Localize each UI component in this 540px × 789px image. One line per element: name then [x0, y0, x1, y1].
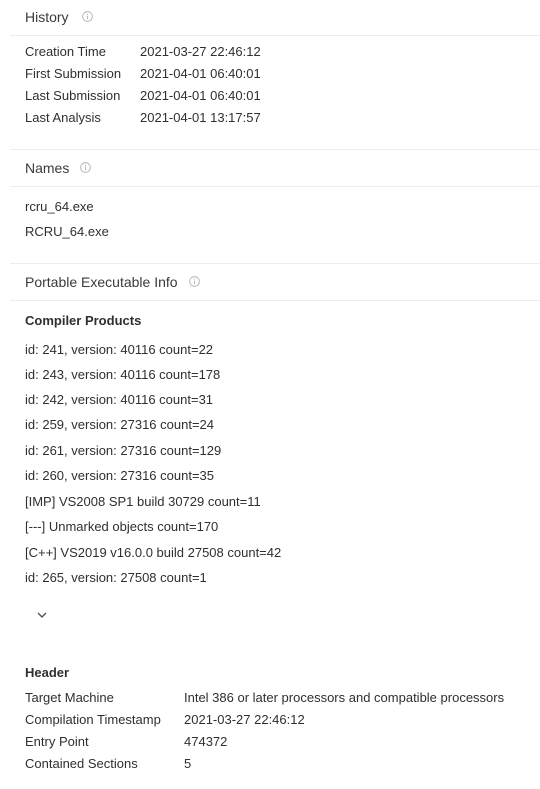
header-title: Header	[25, 665, 70, 680]
compiler-product-item: id: 243, version: 40116 count=178	[25, 367, 221, 382]
compiler-product-item: id: 259, version: 27316 count=24	[25, 417, 215, 432]
history-label-creation-time: Creation Time	[25, 44, 106, 59]
section-divider	[10, 149, 540, 150]
pe-info-divider	[10, 300, 540, 301]
history-label-last-submission: Last Submission	[25, 88, 121, 103]
compiler-product-item: id: 241, version: 40116 count=22	[25, 342, 214, 357]
compiler-product-item: [IMP] VS2008 SP1 build 30729 count=11	[25, 494, 261, 509]
header-label-target-machine: Target Machine	[25, 690, 114, 705]
history-label-last-analysis: Last Analysis	[25, 110, 101, 125]
compiler-products-title: Compiler Products	[25, 313, 142, 328]
compiler-product-item: [---] Unmarked objects count=170	[25, 519, 219, 534]
header-value-entry-point: 474372	[184, 734, 228, 749]
compiler-product-item: [C++] VS2019 v16.0.0 build 27508 count=4…	[25, 545, 282, 560]
history-value-creation-time: 2021-03-27 22:46:12	[140, 44, 261, 59]
header-label-contained-sections: Contained Sections	[25, 756, 138, 771]
info-icon[interactable]	[189, 276, 200, 287]
section-divider	[10, 263, 540, 264]
info-icon[interactable]	[82, 11, 93, 22]
history-title: History	[25, 9, 69, 25]
header-value-target-machine: Intel 386 or later processors and compat…	[184, 690, 505, 705]
compiler-product-item: id: 261, version: 27316 count=129	[25, 443, 222, 458]
history-value-first-submission: 2021-04-01 06:40:01	[140, 66, 261, 81]
history-divider	[10, 35, 540, 36]
header-value-compilation-timestamp: 2021-03-27 22:46:12	[184, 712, 305, 727]
name-item: RCRU_64.exe	[25, 224, 109, 239]
compiler-product-item: id: 260, version: 27316 count=35	[25, 468, 215, 483]
header-label-compilation-timestamp: Compilation Timestamp	[25, 712, 161, 727]
history-value-last-submission: 2021-04-01 06:40:01	[140, 88, 261, 103]
compiler-product-item: id: 242, version: 40116 count=31	[25, 392, 214, 407]
compiler-product-item: id: 265, version: 27508 count=1	[25, 570, 207, 585]
history-label-first-submission: First Submission	[25, 66, 122, 81]
names-title: Names	[25, 160, 70, 176]
header-label-entry-point: Entry Point	[25, 734, 89, 749]
pe-info-title: Portable Executable Info	[25, 274, 178, 290]
info-icon[interactable]	[80, 162, 91, 173]
header-value-contained-sections: 5	[184, 756, 192, 771]
history-value-last-analysis: 2021-04-01 13:17:57	[140, 110, 261, 125]
chevron-down-icon[interactable]	[35, 608, 49, 622]
name-item: rcru_64.exe	[25, 199, 94, 214]
names-divider	[10, 186, 540, 187]
